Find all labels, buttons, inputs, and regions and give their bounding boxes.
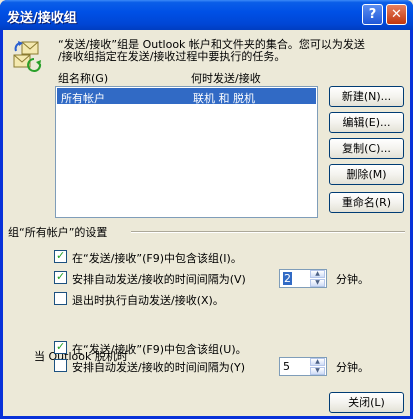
online-interval-spinner[interactable]: 2 ▲ ▼ xyxy=(279,269,327,288)
offline-include-label: 在“发送/接收”(F9)中包含该组(U)。 xyxy=(72,343,247,356)
on-exit-checkbox[interactable] xyxy=(54,292,67,305)
list-item[interactable]: 所有帐户 联机 和 脱机 xyxy=(57,88,316,105)
edit-button[interactable]: 编辑(E)... xyxy=(329,112,404,133)
online-include-label: 在“发送/接收”(F9)中包含该组(I)。 xyxy=(72,252,242,265)
offline-interval-spinner[interactable]: 5 ▲ ▼ xyxy=(279,357,327,376)
online-include-checkbox[interactable] xyxy=(54,249,67,263)
online-schedule-label: 安排自动发送/接收的时间间隔为(V) xyxy=(72,273,246,286)
offline-interval-unit: 分钟。 xyxy=(336,361,369,374)
description-text: “发送/接收”组是 Outlook 帐户和文件夹的集合。您可以为发送 /接收组指… xyxy=(58,39,403,63)
description-line-2: /接收组指定在发送/接收过程中要执行的任务。 xyxy=(58,50,286,63)
offline-schedule-checkbox[interactable] xyxy=(54,359,67,372)
send-receive-icon xyxy=(10,39,44,73)
group-separator xyxy=(131,231,405,233)
offline-schedule-label: 安排自动发送/接收的时间间隔为(Y) xyxy=(72,361,246,374)
column-header-when: 何时发送/接收 xyxy=(191,72,261,85)
close-window-button[interactable]: ✕ xyxy=(386,4,407,25)
group-settings-title: 组“所有帐户”的设置 xyxy=(8,226,108,239)
online-schedule-checkbox[interactable] xyxy=(54,270,67,284)
column-header-group-name: 组名称(G) xyxy=(58,72,109,85)
dialog-body: “发送/接收”组是 Outlook 帐户和文件夹的集合。您可以为发送 /接收组指… xyxy=(3,30,410,416)
delete-button[interactable]: 删除(M) xyxy=(329,164,404,185)
offline-interval-value[interactable]: 5 xyxy=(283,360,290,373)
window-title: 发送/接收组 xyxy=(7,11,77,26)
spin-up-icon[interactable]: ▲ xyxy=(310,358,325,366)
list-item-name: 所有帐户 xyxy=(61,92,105,105)
spin-down-icon[interactable]: ▼ xyxy=(310,279,325,287)
new-button[interactable]: 新建(N)... xyxy=(329,86,404,107)
spin-down-icon[interactable]: ▼ xyxy=(310,367,325,375)
spin-up-icon[interactable]: ▲ xyxy=(310,270,325,278)
online-interval-value[interactable]: 2 xyxy=(283,272,292,285)
copy-button[interactable]: 复制(C)... xyxy=(329,138,404,159)
list-item-when: 联机 和 脱机 xyxy=(193,92,255,105)
online-interval-unit: 分钟。 xyxy=(336,273,369,286)
rename-button[interactable]: 重命名(R) xyxy=(329,192,404,213)
groups-list[interactable]: 所有帐户 联机 和 脱机 xyxy=(55,86,318,218)
dialog-window: 发送/接收组 ? ✕ “发送/接收”组是 Outlook 帐户和文件夹的集合。您… xyxy=(0,0,413,419)
close-button[interactable]: 关闭(L) xyxy=(329,392,404,413)
help-button[interactable]: ? xyxy=(362,4,383,25)
offline-include-checkbox[interactable] xyxy=(54,340,67,354)
title-bar[interactable]: 发送/接收组 ? ✕ xyxy=(0,0,413,30)
on-exit-label: 退出时执行自动发送/接收(X)。 xyxy=(72,294,224,307)
